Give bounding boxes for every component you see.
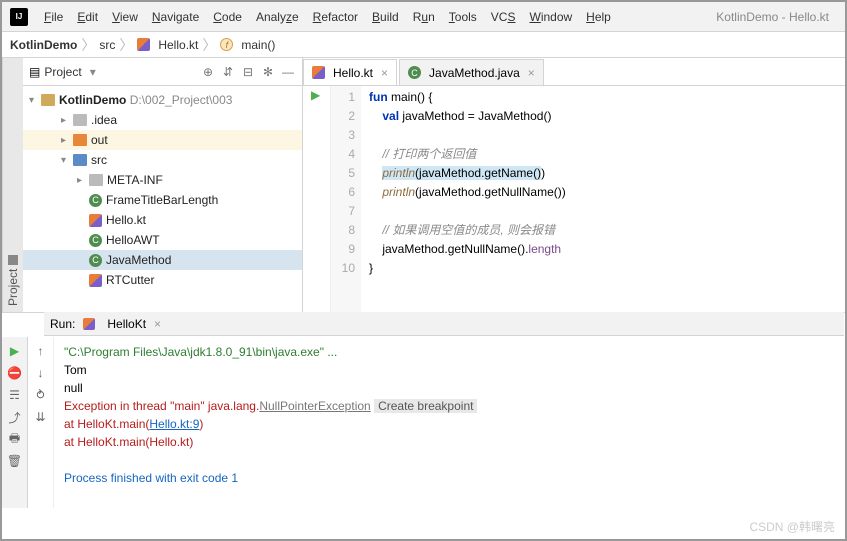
close-icon[interactable]: ×: [528, 66, 535, 80]
tree-root[interactable]: ▾ KotlinDemo D:\002_Project\003: [23, 90, 302, 110]
console-output[interactable]: "C:\Program Files\Java\jdk1.8.0_91\bin\j…: [54, 337, 845, 508]
menu-file[interactable]: File: [38, 8, 69, 26]
window-title: KotlinDemo - Hello.kt: [716, 10, 837, 24]
tree-item[interactable]: CFrameTitleBarLength: [23, 190, 302, 210]
run-label: Run:: [50, 317, 75, 331]
code-area[interactable]: ▶ 12345678910 fun main() { val javaMetho…: [303, 86, 845, 312]
down-icon[interactable]: ↓: [33, 365, 49, 381]
menu-navigate[interactable]: Navigate: [146, 8, 205, 26]
tree-item[interactable]: ▾src: [23, 150, 302, 170]
close-icon[interactable]: ×: [154, 317, 161, 331]
rerun-icon[interactable]: ▶: [7, 343, 23, 359]
run-gutter-icon[interactable]: ▶: [311, 88, 330, 102]
wrap-icon[interactable]: ⥁: [33, 387, 49, 403]
project-tool-tab[interactable]: Project: [2, 58, 23, 312]
tree-item[interactable]: ▸META-INF: [23, 170, 302, 190]
breadcrumb: KotlinDemo 〉 src 〉 Hello.kt 〉 f main(): [2, 32, 845, 58]
up-icon[interactable]: ↑: [33, 343, 49, 359]
stop-icon[interactable]: ⛔: [7, 365, 23, 381]
app-logo: IJ: [10, 8, 28, 26]
export-icon[interactable]: ⤴: [7, 409, 23, 425]
breadcrumb-project[interactable]: KotlinDemo: [10, 38, 77, 52]
menu-help[interactable]: Help: [580, 8, 617, 26]
folder-icon: [41, 94, 55, 106]
run-panel: ▶ ⛔ ☴ ⤴ 🖶 🗑 ↑ ↓ ⥁ ⇊ "C:\Program Files\Ja…: [2, 312, 845, 508]
kotlin-icon: [137, 38, 150, 51]
run-header: Run: HelloKt ×: [44, 312, 844, 336]
tree-item[interactable]: Hello.kt: [23, 210, 302, 230]
main-menu: File Edit View Navigate Code Analyze Ref…: [38, 8, 617, 26]
menu-refactor[interactable]: Refactor: [307, 8, 364, 26]
editor-tabs: Hello.kt × C JavaMethod.java ×: [303, 58, 845, 86]
print-icon[interactable]: 🖶: [7, 431, 23, 447]
menu-run[interactable]: Run: [407, 8, 441, 26]
scroll-icon[interactable]: ⇊: [33, 409, 49, 425]
tree-item[interactable]: RTCutter: [23, 270, 302, 290]
run-toolbar-left: ▶ ⛔ ☴ ⤴ 🖶 🗑: [2, 337, 28, 508]
tree-item[interactable]: CHelloAWT: [23, 230, 302, 250]
tab-hello[interactable]: Hello.kt ×: [303, 59, 397, 85]
tab-javamethod[interactable]: C JavaMethod.java ×: [399, 59, 544, 85]
menu-tools[interactable]: Tools: [443, 8, 483, 26]
project-panel: ▤ Project ▾ ⊕ ⇵ ⊟ ✻ — ▾ KotlinDemo D:\00…: [23, 58, 303, 312]
expand-icon[interactable]: ⇵: [220, 64, 236, 80]
breadcrumb-folder[interactable]: src: [99, 38, 115, 52]
settings-icon[interactable]: ✻: [260, 64, 276, 80]
create-breakpoint-button[interactable]: Create breakpoint: [374, 399, 477, 413]
tree-item[interactable]: CJavaMethod: [23, 250, 302, 270]
collapse-icon[interactable]: ⊟: [240, 64, 256, 80]
watermark: CSDN @韩曙亮: [749, 518, 835, 535]
close-icon[interactable]: ×: [381, 66, 388, 80]
tree-item[interactable]: ▸out: [23, 130, 302, 150]
menu-vcs[interactable]: VCS: [485, 8, 522, 26]
class-icon: C: [408, 66, 421, 79]
stacktrace-link[interactable]: Hello.kt:9: [149, 417, 199, 431]
target-icon[interactable]: ⊕: [200, 64, 216, 80]
menubar: IJ File Edit View Navigate Code Analyze …: [2, 2, 845, 32]
menu-edit[interactable]: Edit: [71, 8, 104, 26]
editor: Hello.kt × C JavaMethod.java × ▶ 1234567…: [303, 58, 845, 312]
menu-view[interactable]: View: [106, 8, 144, 26]
panel-title: Project: [44, 65, 81, 79]
function-icon: f: [220, 38, 233, 51]
menu-code[interactable]: Code: [207, 8, 248, 26]
menu-analyze[interactable]: Analyze: [250, 8, 305, 26]
folder-icon: ▤: [29, 65, 40, 79]
kotlin-icon: [312, 66, 325, 79]
delete-icon[interactable]: 🗑: [7, 453, 23, 469]
tree-item[interactable]: ▸.idea: [23, 110, 302, 130]
kotlin-icon: [83, 318, 95, 330]
breadcrumb-file[interactable]: Hello.kt: [158, 38, 198, 52]
line-gutter: 12345678910: [331, 86, 361, 312]
layout-icon[interactable]: ☴: [7, 387, 23, 403]
breadcrumb-function[interactable]: main(): [241, 38, 275, 52]
menu-window[interactable]: Window: [523, 8, 578, 26]
project-tree: ▾ KotlinDemo D:\002_Project\003 ▸.idea▸o…: [23, 86, 302, 294]
hide-icon[interactable]: —: [280, 64, 296, 80]
menu-build[interactable]: Build: [366, 8, 405, 26]
run-toolbar-right: ↑ ↓ ⥁ ⇊: [28, 337, 54, 508]
run-config[interactable]: HelloKt: [107, 317, 146, 331]
